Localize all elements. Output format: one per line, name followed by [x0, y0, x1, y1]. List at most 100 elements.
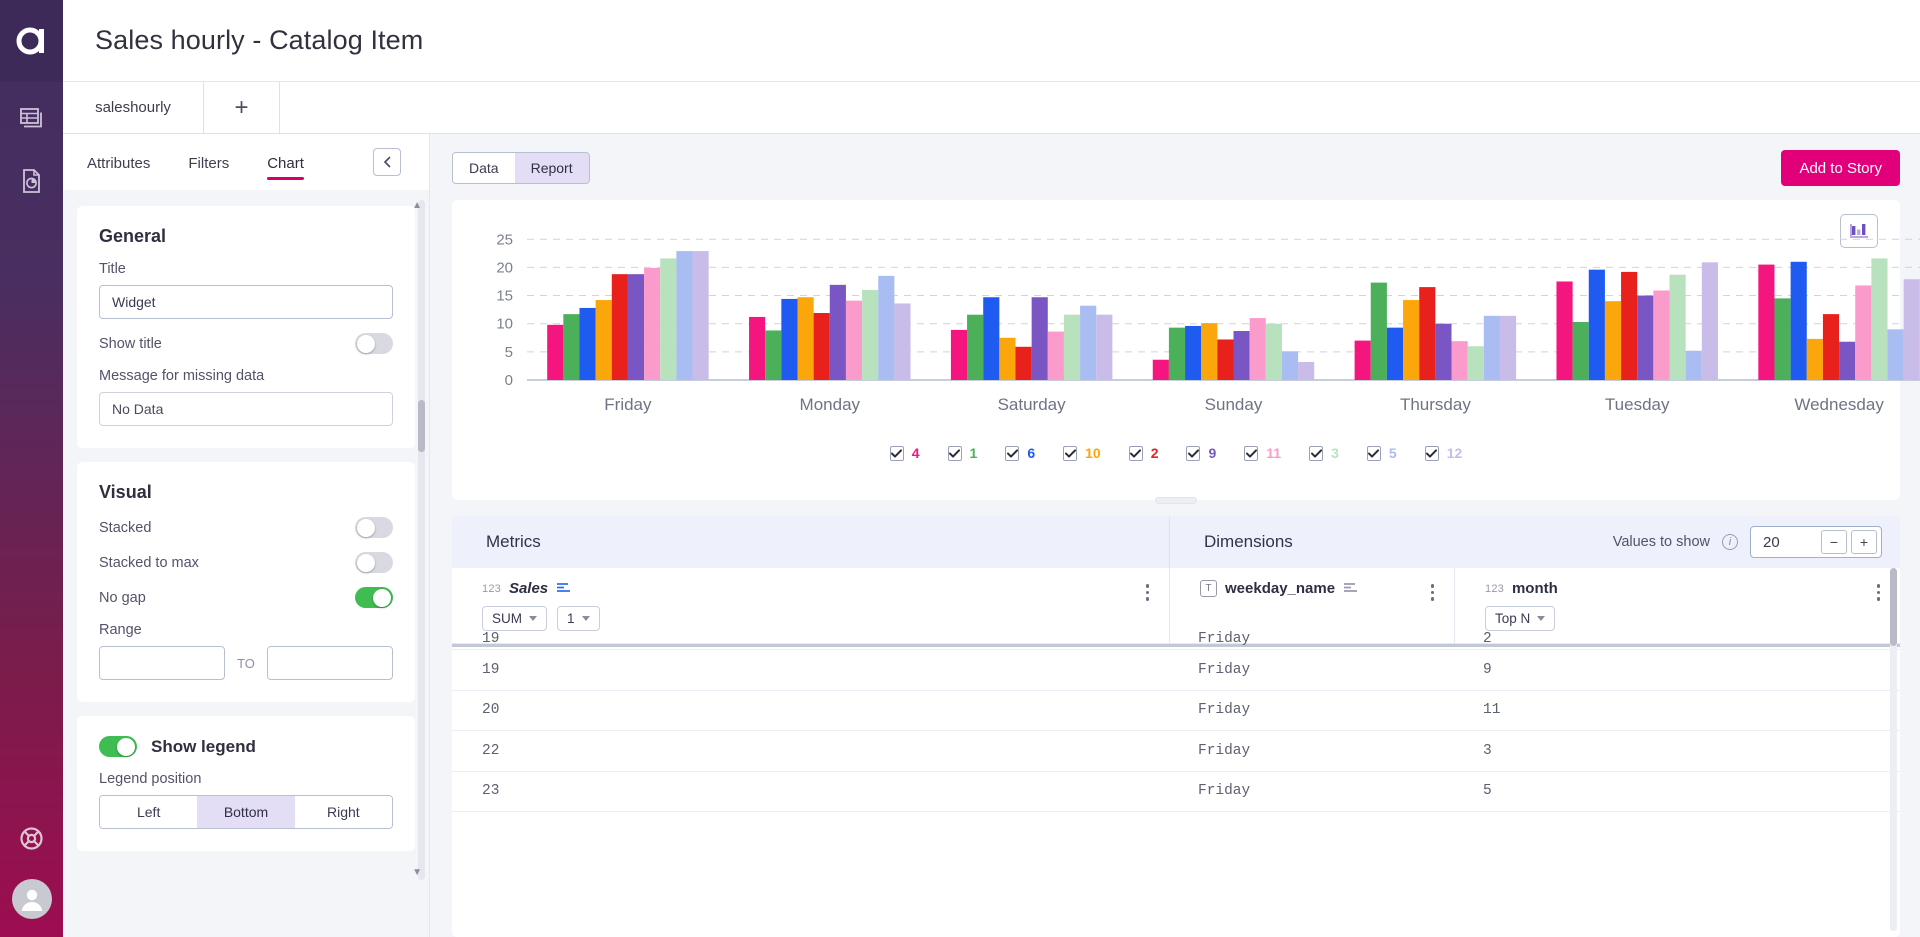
dimension1-field-title: T weekday_name — [1200, 580, 1438, 597]
legend-label: 11 — [1266, 445, 1281, 461]
table-cell-2: Friday — [1170, 783, 1455, 799]
tab-filters-label: Filters — [188, 155, 229, 172]
legend-position-right[interactable]: Right — [295, 796, 392, 828]
svg-text:0: 0 — [505, 372, 513, 389]
svg-text:Monday: Monday — [800, 395, 861, 414]
range-from-input[interactable] — [99, 646, 225, 680]
increment-button[interactable]: + — [1851, 530, 1877, 554]
stacked-to-max-toggle[interactable] — [355, 552, 393, 573]
add-tab-button[interactable]: + — [203, 82, 280, 133]
document-tab-saleshourly[interactable]: saleshourly — [63, 82, 203, 133]
no-gap-toggle[interactable] — [355, 587, 393, 608]
sort-icon[interactable] — [556, 580, 572, 597]
datasets-icon[interactable] — [17, 104, 47, 134]
title-label: Title — [99, 261, 393, 277]
brand-logo-icon[interactable] — [0, 0, 63, 82]
content-area: Data Report Add to Story 0 5 10 1 — [430, 134, 1920, 937]
show-title-toggle[interactable] — [355, 333, 393, 354]
help-icon[interactable] — [17, 823, 47, 853]
settings-scroll-area[interactable]: General Title Show title Message for mis… — [63, 190, 429, 937]
legend-position-segmented: Left Bottom Right — [99, 795, 393, 829]
tab-data[interactable]: Data — [453, 153, 515, 183]
data-rows: 19Friday219Friday920Friday1122Friday323F… — [452, 628, 1900, 812]
missing-data-input[interactable] — [99, 392, 393, 426]
legend-item[interactable]: 1 — [948, 445, 978, 461]
table-row[interactable]: 22Friday3 — [452, 731, 1900, 772]
tab-report[interactable]: Report — [515, 153, 589, 183]
tab-filters[interactable]: Filters — [188, 139, 229, 186]
decimals-value: 1 — [567, 611, 575, 626]
chart-card: 0510152025FridayMondaySaturdaySundayThur… — [452, 200, 1900, 500]
table-cell-1: 19 — [452, 662, 1170, 678]
title-input[interactable] — [99, 285, 393, 319]
bar-chart-svg: 0510152025FridayMondaySaturdaySundayThur… — [452, 200, 1920, 430]
tab-attributes[interactable]: Attributes — [87, 139, 150, 186]
legend-item[interactable]: 10 — [1063, 445, 1101, 461]
range-label: Range — [99, 622, 393, 638]
legend-item[interactable]: 5 — [1367, 445, 1397, 461]
decrement-button[interactable]: − — [1821, 530, 1847, 554]
dimension2-more-menu[interactable] — [1877, 584, 1881, 601]
legend-checkbox[interactable] — [1425, 446, 1439, 461]
settings-scrollbar[interactable]: ▲ ▼ — [418, 200, 425, 880]
body: Attributes Filters Chart General — [63, 134, 1920, 937]
table-scrollbar[interactable] — [1890, 568, 1897, 931]
legend-checkbox[interactable] — [1129, 446, 1143, 461]
chevron-left-icon[interactable] — [373, 148, 401, 176]
legend-item[interactable]: 12 — [1425, 445, 1463, 461]
legend-item[interactable]: 3 — [1309, 445, 1339, 461]
fields-table-header: Metrics Dimensions Values to show i 20 −… — [452, 516, 1900, 568]
table-row[interactable]: 20Friday11 — [452, 691, 1900, 732]
legend-item[interactable]: 11 — [1244, 445, 1281, 461]
table-cell-1: 23 — [452, 783, 1170, 799]
dimension2-field-name: month — [1512, 580, 1558, 597]
legend-checkbox[interactable] — [1063, 446, 1077, 461]
legend-checkbox[interactable] — [1244, 446, 1258, 461]
legend-checkbox[interactable] — [1186, 446, 1200, 461]
sort-icon[interactable] — [1343, 580, 1359, 597]
legend-checkbox[interactable] — [1367, 446, 1381, 461]
legend-checkbox[interactable] — [1005, 446, 1019, 461]
table-row[interactable]: 23Friday5 — [452, 772, 1900, 813]
add-to-story-button[interactable]: Add to Story — [1781, 150, 1900, 186]
legend-position-left[interactable]: Left — [100, 796, 197, 828]
stacked-toggle[interactable] — [355, 517, 393, 538]
legend-checkbox[interactable] — [890, 446, 904, 461]
table-cell-2: Friday — [1170, 743, 1455, 759]
values-to-show-stepper[interactable]: 20 − + — [1750, 526, 1882, 558]
legend-checkbox[interactable] — [1309, 446, 1323, 461]
legend-item[interactable]: 9 — [1186, 445, 1216, 461]
topn-value: Top N — [1495, 611, 1530, 626]
info-icon[interactable]: i — [1722, 534, 1738, 550]
dimension1-more-menu[interactable] — [1431, 584, 1435, 601]
visual-card: Visual Stacked Stacked to max No gap — [77, 462, 415, 702]
table-row[interactable]: 19Friday2 — [452, 628, 1900, 650]
table-cell-3: 5 — [1455, 783, 1900, 799]
legend-position-bottom[interactable]: Bottom — [197, 796, 294, 828]
stacked-to-max-label: Stacked to max — [99, 555, 199, 571]
dimension2-field-title: 123 month — [1485, 580, 1884, 597]
scroll-up-icon[interactable]: ▲ — [412, 200, 422, 211]
legend-item[interactable]: 2 — [1129, 445, 1159, 461]
metric-more-menu[interactable] — [1146, 584, 1150, 601]
tabstrip-filler — [280, 82, 1920, 133]
user-avatar[interactable] — [12, 879, 52, 919]
legend-checkbox[interactable] — [948, 446, 962, 461]
metric-field-title: 123 Sales — [482, 580, 1153, 597]
show-legend-row: Show legend — [99, 736, 393, 757]
stacked-label: Stacked — [99, 520, 151, 536]
legend-item[interactable]: 6 — [1005, 445, 1035, 461]
tab-chart[interactable]: Chart — [267, 139, 304, 186]
show-legend-toggle[interactable] — [99, 736, 137, 757]
values-to-show-value[interactable]: 20 — [1763, 534, 1821, 551]
table-row[interactable]: 19Friday9 — [452, 650, 1900, 691]
reports-icon[interactable] — [17, 166, 47, 196]
range-to-input[interactable] — [267, 646, 393, 680]
chart-resize-grip[interactable] — [1155, 497, 1197, 504]
legend-item[interactable]: 4 — [890, 445, 920, 461]
svg-text:Friday: Friday — [604, 395, 652, 414]
content-toolbar: Data Report Add to Story — [452, 150, 1900, 186]
scroll-down-icon[interactable]: ▼ — [412, 867, 422, 878]
visual-heading: Visual — [99, 482, 393, 503]
svg-text:Thursday: Thursday — [1400, 395, 1471, 414]
